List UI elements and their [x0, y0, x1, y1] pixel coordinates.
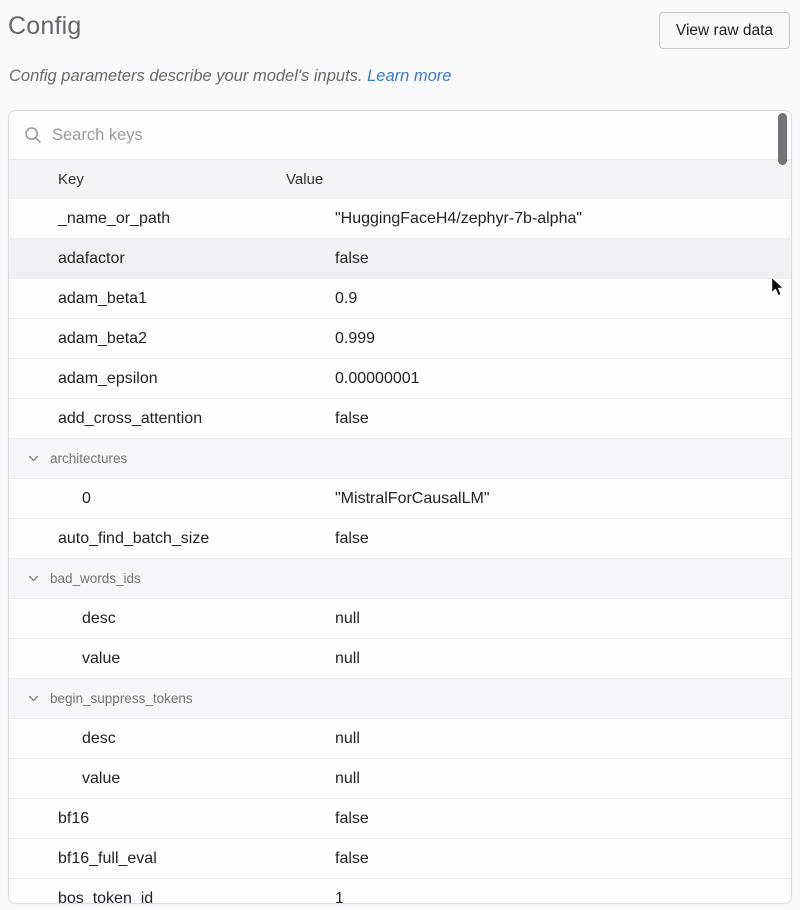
table-row[interactable]: 0 "MistralForCausalLM"	[9, 479, 791, 519]
search-icon	[24, 126, 42, 144]
row-key: auto_find_batch_size	[58, 530, 209, 548]
chevron-down-icon[interactable]	[27, 572, 40, 585]
row-value: null	[335, 730, 360, 747]
table-row[interactable]: value null	[9, 639, 791, 679]
row-value: false	[335, 850, 369, 867]
table-row[interactable]: add_cross_attention false	[9, 399, 791, 439]
row-key: bos_token_id	[58, 890, 153, 905]
row-key: bf16	[58, 810, 89, 828]
table-row[interactable]: desc null	[9, 599, 791, 639]
column-header-key: Key	[9, 171, 286, 188]
scrollbar-thumb[interactable]	[778, 113, 787, 165]
row-value: "MistralForCausalLM"	[335, 490, 490, 507]
page-header: Config View raw data Config parameters d…	[0, 0, 800, 60]
page-subtitle: Config parameters describe your model's …	[9, 67, 451, 86]
table-row[interactable]: bos_token_id 1	[9, 879, 791, 904]
search-bar	[9, 111, 791, 159]
search-input[interactable]	[52, 126, 692, 145]
row-key: adafactor	[58, 250, 125, 268]
row-key: _name_or_path	[58, 210, 170, 228]
config-panel: Key Value _name_or_path "HuggingFaceH4/z…	[8, 110, 792, 904]
row-key: adam_beta2	[58, 330, 147, 348]
row-key: add_cross_attention	[58, 410, 202, 428]
table-row[interactable]: auto_find_batch_size false	[9, 519, 791, 559]
subtitle-text: Config parameters describe your model's …	[9, 67, 363, 85]
page-title: Config	[8, 12, 81, 41]
row-value: false	[335, 530, 369, 547]
row-key: desc	[82, 730, 116, 748]
row-value: null	[335, 770, 360, 787]
view-raw-data-button[interactable]: View raw data	[659, 12, 790, 49]
row-value: null	[335, 650, 360, 667]
table-body: _name_or_path "HuggingFaceH4/zephyr-7b-a…	[9, 199, 791, 904]
table-row[interactable]: bf16 false	[9, 799, 791, 839]
table-row[interactable]: bad_words_ids	[9, 559, 791, 599]
row-key: value	[82, 650, 120, 668]
learn-more-link[interactable]: Learn more	[367, 67, 451, 85]
row-key: adam_epsilon	[58, 370, 158, 388]
table-row[interactable]: _name_or_path "HuggingFaceH4/zephyr-7b-a…	[9, 199, 791, 239]
row-value: false	[335, 250, 369, 267]
row-key: bf16_full_eval	[58, 850, 157, 868]
row-value: null	[335, 610, 360, 627]
row-value: false	[335, 810, 369, 827]
row-value: 0.9	[335, 290, 357, 307]
table-header: Key Value	[9, 159, 791, 199]
row-value: "HuggingFaceH4/zephyr-7b-alpha"	[335, 210, 582, 227]
row-value: 0.999	[335, 330, 375, 347]
row-key: desc	[82, 610, 116, 628]
row-key: adam_beta1	[58, 290, 147, 308]
table-row[interactable]: architectures	[9, 439, 791, 479]
column-header-value: Value	[286, 171, 791, 188]
table-row[interactable]: bf16_full_eval false	[9, 839, 791, 879]
row-key: begin_suppress_tokens	[50, 691, 193, 706]
row-key: value	[82, 770, 120, 788]
table-row[interactable]: adam_beta2 0.999	[9, 319, 791, 359]
chevron-down-icon[interactable]	[27, 452, 40, 465]
row-key: bad_words_ids	[50, 571, 141, 586]
table-row[interactable]: desc null	[9, 719, 791, 759]
row-key: architectures	[50, 451, 127, 466]
row-value: 0.00000001	[335, 370, 420, 387]
table-row[interactable]: value null	[9, 759, 791, 799]
table-row[interactable]: adam_beta1 0.9	[9, 279, 791, 319]
table-row[interactable]: adafactor false	[9, 239, 791, 279]
table-row[interactable]: begin_suppress_tokens	[9, 679, 791, 719]
row-value: false	[335, 410, 369, 427]
row-value: 1	[335, 890, 344, 905]
row-key: 0	[82, 490, 91, 508]
chevron-down-icon[interactable]	[27, 692, 40, 705]
table-row[interactable]: adam_epsilon 0.00000001	[9, 359, 791, 399]
